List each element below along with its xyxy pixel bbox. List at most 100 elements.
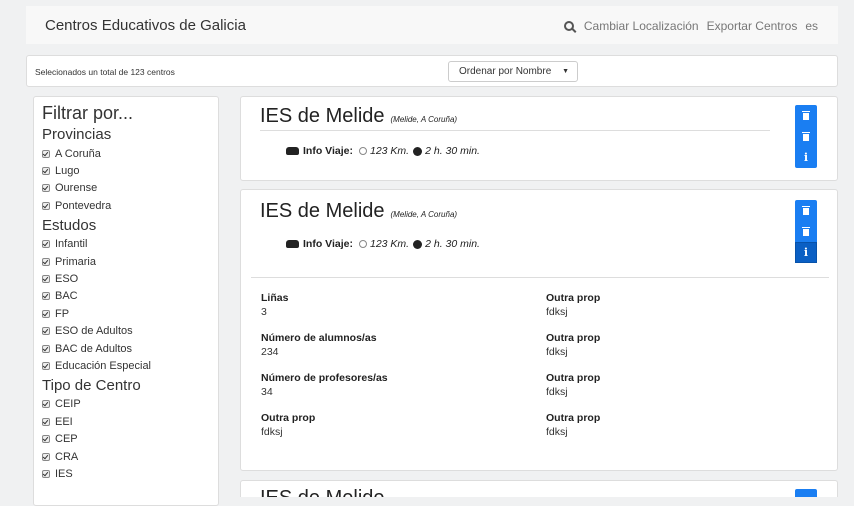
- center-card: IES de Melide (Melide, A Coruña) Info Via…: [240, 96, 838, 181]
- section-title: Provincias: [42, 126, 112, 143]
- detail-value: 3: [261, 306, 267, 318]
- delete-button[interactable]: [795, 221, 817, 242]
- filter-checkbox[interactable]: CEIP: [42, 396, 210, 413]
- center-card-expanded: IES de Melide (Melide, A Coruña) Info Via…: [240, 189, 838, 471]
- filter-checkbox[interactable]: Infantil: [42, 236, 210, 253]
- travel-info: Info Viaje: 123 Km. 2 h. 30 min.: [286, 145, 480, 157]
- checkbox-icon[interactable]: [42, 469, 50, 478]
- checkbox-icon[interactable]: [42, 167, 50, 176]
- filter-label: CEP: [55, 433, 78, 446]
- detail-value: 234: [261, 346, 279, 358]
- details-column-right: Outra prop fdksj Outra prop fdksj Outra …: [546, 292, 796, 452]
- distance-icon: [358, 240, 367, 248]
- sort-select[interactable]: Ordenar por Nombre ▼: [448, 61, 578, 82]
- card-actions: [795, 489, 817, 497]
- app-title[interactable]: Centros Educativos de Galicia: [45, 17, 246, 34]
- detail-label: Liñas: [261, 292, 289, 304]
- checkbox-icon[interactable]: [42, 184, 50, 193]
- detail-value: 34: [261, 386, 273, 398]
- detail-label: Outra prop: [546, 292, 601, 304]
- trash-icon: [802, 227, 810, 236]
- checkbox-icon[interactable]: [42, 292, 50, 301]
- filter-label: ESO: [55, 273, 79, 286]
- travel-label: Info Viaje:: [303, 145, 353, 157]
- distance-icon: [358, 147, 367, 155]
- filter-label: CEIP: [55, 398, 81, 411]
- filter-checkbox[interactable]: FP: [42, 305, 210, 322]
- detail-value: fdksj: [546, 426, 568, 438]
- trash-icon: [802, 132, 810, 141]
- clock-icon: [413, 239, 423, 249]
- filter-label: ESO de Adultos: [55, 325, 133, 338]
- checkbox-icon[interactable]: [42, 201, 50, 210]
- delete-button[interactable]: [795, 200, 817, 221]
- travel-info: Info Viaje: 123 Km. 2 h. 30 min.: [286, 238, 480, 250]
- car-icon: [286, 147, 299, 155]
- center-details: Liñas 3 Número de alumnos/as 234 Número …: [251, 277, 829, 438]
- checkbox-icon[interactable]: [42, 327, 50, 336]
- section-title: Estudos: [42, 216, 97, 234]
- details-column-left: Liñas 3 Número de alumnos/as 234 Número …: [261, 292, 511, 452]
- navbar: Centros Educativos de Galicia Cambiar Lo…: [26, 6, 838, 44]
- filter-label: BAC: [55, 290, 78, 303]
- checkbox-icon[interactable]: [42, 452, 50, 461]
- filter-label: Primaria: [55, 255, 96, 268]
- info-button[interactable]: i: [795, 147, 817, 168]
- search-icon[interactable]: [563, 21, 574, 31]
- checkbox-icon[interactable]: [42, 344, 50, 353]
- center-location: (Melide, A Coruña): [390, 115, 458, 124]
- checkbox-icon[interactable]: [42, 149, 50, 158]
- time-value: 2 h. 30 min.: [425, 145, 480, 157]
- detail-value: fdksj: [546, 386, 568, 398]
- filter-checkbox[interactable]: ESO: [42, 270, 210, 287]
- checkbox-icon[interactable]: [42, 309, 50, 318]
- trash-icon: [802, 206, 810, 215]
- section-title: Tipo de Centro: [42, 376, 141, 394]
- language-link[interactable]: es: [805, 19, 818, 33]
- filter-label: BAC de Adultos: [55, 342, 133, 355]
- filter-checkbox[interactable]: CRA: [42, 448, 210, 465]
- time-value: 2 h. 30 min.: [425, 238, 480, 250]
- filter-checkbox[interactable]: A Coruña: [42, 145, 210, 162]
- filter-checkbox[interactable]: Primaria: [42, 253, 210, 270]
- center-title: IES de Melide: [260, 487, 385, 497]
- center-card: IES de Melide: [240, 480, 838, 497]
- change-location-link[interactable]: Cambiar Localización: [584, 19, 699, 33]
- info-button[interactable]: i: [795, 242, 817, 263]
- checkbox-icon[interactable]: [42, 361, 50, 370]
- filter-checkbox[interactable]: EEI: [42, 413, 210, 430]
- delete-button[interactable]: [795, 126, 817, 147]
- center-name: IES de Melide: [260, 200, 385, 222]
- sidebar-title: Filtrar por...: [42, 103, 134, 123]
- center-location: (Melide, A Coruña): [390, 210, 458, 219]
- export-link[interactable]: Exportar Centros: [707, 19, 798, 33]
- clock-icon: [413, 146, 423, 156]
- filter-checkbox[interactable]: ESO de Adultos: [42, 323, 210, 340]
- filter-checkbox[interactable]: Pontevedra: [42, 197, 210, 214]
- filter-checkbox[interactable]: CEP: [42, 430, 210, 447]
- center-name: IES de Melide: [260, 105, 385, 127]
- filter-label: Infantil: [55, 238, 88, 251]
- checkbox-icon[interactable]: [42, 400, 50, 409]
- checkbox-icon[interactable]: [42, 275, 50, 284]
- nav-links: Cambiar Localización Exportar Centros es: [563, 19, 818, 33]
- filter-checkbox[interactable]: IES: [42, 465, 210, 482]
- filter-checkbox[interactable]: BAC de Adultos: [42, 340, 210, 357]
- detail-label: Outra prop: [546, 412, 601, 424]
- checkbox-icon[interactable]: [42, 257, 50, 266]
- results-bar: Selecionados un total de 123 centros Ord…: [26, 55, 838, 87]
- filter-label: A Coruña: [55, 147, 101, 160]
- checkbox-icon[interactable]: [42, 240, 50, 249]
- filter-checkbox[interactable]: Educación Especial: [42, 357, 210, 374]
- checkbox-icon[interactable]: [42, 435, 50, 444]
- filter-checkbox[interactable]: Ourense: [42, 180, 210, 197]
- filter-checkbox[interactable]: Lugo: [42, 162, 210, 179]
- detail-value: fdksj: [546, 346, 568, 358]
- delete-button[interactable]: [795, 105, 817, 126]
- checkbox-icon[interactable]: [42, 417, 50, 426]
- detail-label: Outra prop: [546, 332, 601, 344]
- distance-value: 123 Km.: [369, 145, 410, 157]
- filter-label: IES: [55, 467, 73, 480]
- filter-checkbox[interactable]: BAC: [42, 288, 210, 305]
- trash-icon: [802, 111, 810, 120]
